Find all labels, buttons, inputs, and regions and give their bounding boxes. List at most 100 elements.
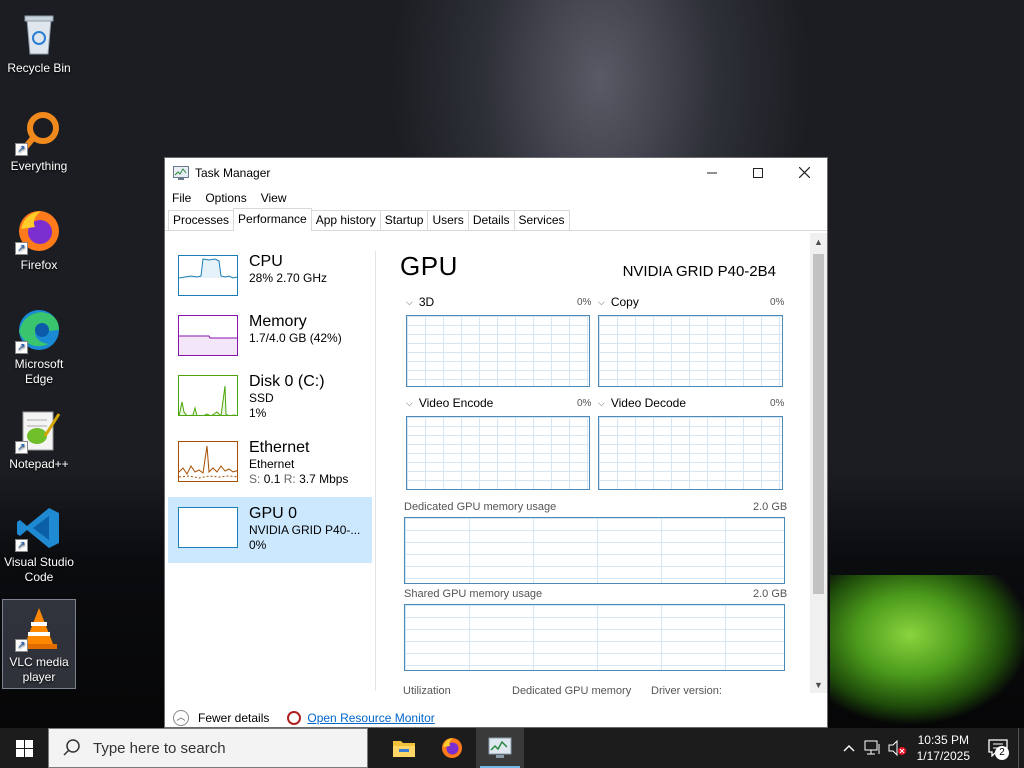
ethernet-throughput: S: 0.1 R: 3.7 Mbps	[249, 472, 348, 487]
open-resource-monitor-link[interactable]: Open Resource Monitor	[307, 711, 434, 725]
resource-sidebar: CPU 28% 2.70 GHz Memory 1.7/4.0 GB (42%)	[165, 233, 375, 711]
desktop-icon-vlc[interactable]: ↗ VLC media player	[2, 599, 76, 689]
gpu-thumbnail-graph	[178, 507, 238, 548]
sidebar-item-detail: 1%	[249, 406, 267, 420]
taskbar-search-box[interactable]: Type here to search	[48, 728, 368, 768]
sidebar-item-name: Ethernet	[249, 439, 310, 456]
tab-details[interactable]: Details	[467, 210, 515, 230]
gpu-title: GPU	[400, 251, 458, 281]
maximize-button[interactable]	[735, 158, 781, 187]
engine-video-decode-selector[interactable]: ⌵ Video Decode	[598, 396, 686, 410]
receive-value: 3.7 Mbps	[299, 472, 349, 486]
engine-3d-graph	[406, 315, 590, 387]
vertical-scrollbar[interactable]: ▲ ▼	[810, 233, 827, 693]
task-manager-icon	[488, 737, 512, 758]
recycle-bin-icon	[15, 10, 63, 58]
tab-services[interactable]: Services	[513, 210, 570, 230]
scroll-down-arrow-icon[interactable]: ▼	[810, 676, 827, 693]
sidebar-item-cpu[interactable]: CPU 28% 2.70 GHz	[168, 245, 372, 311]
sidebar-item-ethernet[interactable]: Ethernet Ethernet S: 0.1 R: 3.7 Mbps	[168, 431, 372, 497]
tab-performance[interactable]: Performance	[233, 208, 312, 231]
taskbar-task-manager[interactable]	[476, 728, 524, 768]
desktop-icon-recycle-bin[interactable]: Recycle Bin	[2, 6, 76, 96]
tab-users[interactable]: Users	[427, 210, 469, 230]
tab-processes[interactable]: Processes	[168, 210, 235, 230]
shared-memory-graph	[404, 604, 785, 671]
sidebar-item-name: CPU	[249, 253, 283, 270]
desktop-icon-edge[interactable]: ↗ Microsoft Edge	[2, 302, 76, 392]
desktop-icon-firefox[interactable]: ↗ Firefox	[2, 203, 76, 293]
show-desktop-button[interactable]	[1018, 728, 1024, 768]
desktop-icon-label: Everything	[10, 159, 68, 173]
tab-startup[interactable]: Startup	[379, 210, 429, 230]
sidebar-item-detail: 28% 2.70 GHz	[249, 271, 328, 285]
show-hidden-icons-chevron-icon[interactable]	[837, 728, 861, 768]
network-icon[interactable]	[861, 728, 885, 768]
engine-name: Video Decode	[610, 396, 686, 410]
start-button[interactable]	[0, 728, 48, 768]
taskbar-firefox[interactable]	[428, 728, 476, 768]
close-button[interactable]	[781, 158, 827, 187]
title-bar[interactable]: Task Manager	[165, 158, 827, 188]
chevron-up-icon[interactable]: ︿	[173, 710, 189, 726]
wallpaper-tent	[830, 575, 1024, 728]
desktop-icon-everything[interactable]: ↗ Everything	[2, 104, 76, 194]
desktop-icon-label: Microsoft Edge	[14, 357, 64, 386]
chevron-down-icon: ⌵	[598, 296, 605, 307]
sidebar-item-detail: NVIDIA GRID P40-...	[249, 523, 361, 537]
menu-file[interactable]: File	[172, 191, 191, 205]
desktop-icon-notepadpp[interactable]: ↗ Notepad++	[2, 402, 76, 492]
firefox-icon: ↗	[15, 207, 63, 255]
task-manager-window: Task Manager File Options View Processes…	[164, 157, 828, 728]
desktop-icon-label: VLC media player	[9, 655, 69, 684]
scrollbar-thumb[interactable]	[813, 254, 824, 594]
taskbar: Type here to search 10:35 PM 1/17/2025 2	[0, 728, 1024, 768]
engine-video-decode-percent: 0%	[770, 398, 785, 409]
scroll-up-arrow-icon[interactable]: ▲	[810, 233, 827, 250]
fewer-details-button[interactable]: Fewer details	[198, 711, 269, 725]
desktop-icon-label: Recycle Bin	[7, 61, 71, 75]
volume-muted-icon[interactable]	[885, 728, 909, 768]
desktop-icon-vscode[interactable]: ↗ Visual Studio Code	[2, 500, 76, 590]
window-footer: ︿ Fewer details Open Resource Monitor	[165, 709, 827, 727]
taskbar-file-explorer[interactable]	[380, 728, 428, 768]
performance-content: CPU 28% 2.70 GHz Memory 1.7/4.0 GB (42%)	[165, 233, 827, 711]
send-value: 0.1	[263, 472, 281, 486]
close-icon	[798, 167, 810, 178]
edge-icon: ↗	[15, 306, 63, 354]
shortcut-arrow-icon: ↗	[15, 143, 28, 156]
dedicated-gpu-memory-label: Dedicated GPU memory	[512, 685, 632, 697]
search-magnifier-icon: ↗	[15, 108, 63, 156]
minimize-button[interactable]	[689, 158, 735, 187]
menu-view[interactable]: View	[261, 191, 287, 205]
dedicated-memory-graph	[404, 517, 785, 584]
desktop-icon-label: Visual Studio Code	[4, 555, 74, 584]
sidebar-item-detail: 0%	[249, 538, 267, 552]
engine-copy-graph	[598, 315, 783, 387]
sidebar-item-disk[interactable]: Disk 0 (C:) SSD 1%	[168, 365, 372, 431]
engine-copy-selector[interactable]: ⌵ Copy	[598, 295, 639, 309]
notification-count-badge: 2	[995, 746, 1009, 760]
sidebar-item-memory[interactable]: Memory 1.7/4.0 GB (42%)	[168, 305, 372, 371]
sidebar-item-detail: SSD	[249, 391, 274, 405]
receive-label: R:	[283, 472, 296, 486]
search-placeholder: Type here to search	[93, 739, 226, 757]
engine-3d-selector[interactable]: ⌵ 3D	[406, 295, 434, 309]
search-icon	[63, 739, 80, 756]
sidebar-item-gpu[interactable]: GPU 0 NVIDIA GRID P40-... 0%	[168, 497, 372, 563]
engine-video-encode-selector[interactable]: ⌵ Video Encode	[406, 396, 493, 410]
folder-icon	[393, 741, 415, 757]
menu-bar: File Options View	[165, 188, 827, 208]
cpu-thumbnail-graph	[178, 255, 238, 296]
system-clock[interactable]: 10:35 PM 1/17/2025	[909, 732, 978, 764]
tab-app-history[interactable]: App history	[310, 210, 381, 230]
task-manager-icon	[173, 166, 189, 180]
engine-copy-percent: 0%	[770, 297, 785, 308]
dedicated-memory-label: Dedicated GPU memory usage	[404, 501, 557, 513]
vlc-icon: ↗	[15, 604, 63, 652]
engine-name: Copy	[610, 295, 639, 309]
resource-monitor-icon	[287, 711, 302, 725]
menu-options[interactable]: Options	[205, 191, 246, 205]
action-center-button[interactable]: 2	[978, 728, 1018, 768]
maximize-icon	[753, 167, 763, 178]
